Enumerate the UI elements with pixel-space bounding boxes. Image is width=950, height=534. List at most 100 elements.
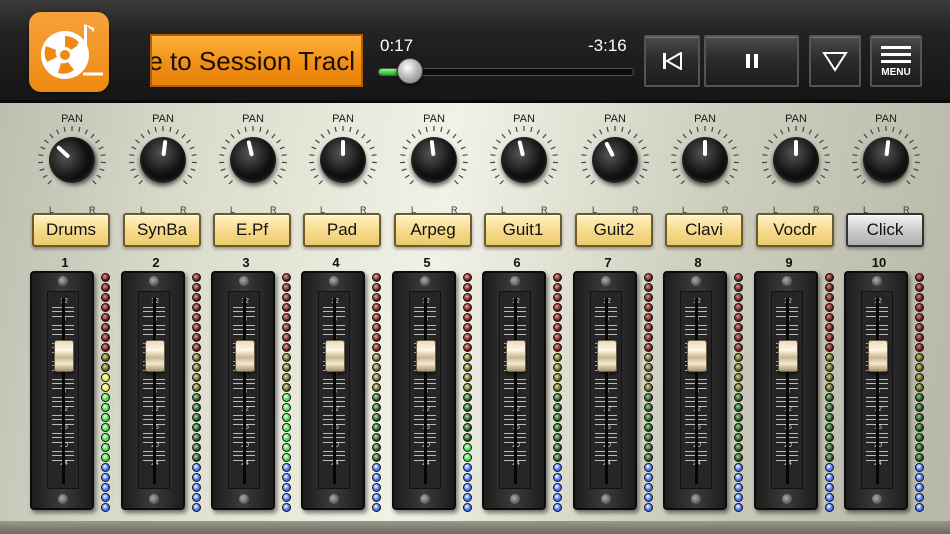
meter-led bbox=[282, 503, 291, 512]
meter-led bbox=[192, 503, 201, 512]
meter-led bbox=[734, 413, 743, 422]
pan-knob-7[interactable]: L R bbox=[580, 125, 650, 215]
pan-label: PAN bbox=[332, 113, 354, 125]
meter-led bbox=[372, 423, 381, 432]
meter-led bbox=[644, 433, 653, 442]
fader-8[interactable]: 128404812162024 bbox=[663, 271, 727, 510]
meter-led bbox=[553, 493, 562, 502]
pan-knob-cap[interactable] bbox=[682, 137, 728, 183]
pan-knob-5[interactable]: L R bbox=[399, 125, 469, 215]
channel-number: 8 bbox=[694, 255, 702, 270]
meter-led bbox=[915, 403, 924, 412]
meter-led bbox=[553, 323, 562, 332]
meter-led bbox=[734, 483, 743, 492]
app-logo-icon[interactable] bbox=[29, 12, 109, 92]
fader-cap[interactable] bbox=[506, 340, 526, 372]
fader-4[interactable]: 128404812162024 bbox=[301, 271, 365, 510]
meter-led bbox=[101, 433, 110, 442]
meter-led bbox=[282, 343, 291, 352]
meter-led bbox=[192, 313, 201, 322]
fader-3[interactable]: 128404812162024 bbox=[211, 271, 275, 510]
channel-name-button-9[interactable]: Vocdr bbox=[756, 213, 834, 247]
meter-led bbox=[372, 453, 381, 462]
meter-led bbox=[553, 433, 562, 442]
pan-knob-1[interactable]: L R bbox=[37, 125, 107, 215]
pan-knob-9[interactable]: L R bbox=[761, 125, 831, 215]
meter-led bbox=[463, 363, 472, 372]
channel-name-button-8[interactable]: Clavi bbox=[665, 213, 743, 247]
pan-knob-3[interactable]: L R bbox=[218, 125, 288, 215]
fader-1[interactable]: 128404812162024 bbox=[30, 271, 94, 510]
meter-led bbox=[644, 303, 653, 312]
fader-cap[interactable] bbox=[54, 340, 74, 372]
meter-led bbox=[372, 343, 381, 352]
fader-6[interactable]: 128404812162024 bbox=[482, 271, 546, 510]
meter-led bbox=[553, 443, 562, 452]
meter-led bbox=[372, 373, 381, 382]
meter-led bbox=[463, 453, 472, 462]
previous-track-button[interactable] bbox=[644, 35, 700, 87]
meter-led bbox=[101, 363, 110, 372]
meter-led bbox=[372, 353, 381, 362]
fader-cap[interactable] bbox=[416, 340, 436, 372]
fader-groove bbox=[786, 298, 789, 484]
fader-5[interactable]: 128404812162024 bbox=[392, 271, 456, 510]
meter-led bbox=[553, 383, 562, 392]
fader-cap[interactable] bbox=[687, 340, 707, 372]
meter-led bbox=[553, 373, 562, 382]
pan-knob-cap[interactable] bbox=[773, 137, 819, 183]
fader-9[interactable]: 128404812162024 bbox=[754, 271, 818, 510]
channel-name-button-10[interactable]: Click bbox=[846, 213, 924, 247]
screw-icon bbox=[58, 494, 68, 504]
hamburger-menu-icon bbox=[881, 45, 911, 63]
fader-cap[interactable] bbox=[778, 340, 798, 372]
meter-led bbox=[192, 403, 201, 412]
fader-cap[interactable] bbox=[145, 340, 165, 372]
fader-2[interactable]: 128404812162024 bbox=[121, 271, 185, 510]
pan-knob-8[interactable]: L R bbox=[670, 125, 740, 215]
fader-scale: 128404812162024 bbox=[409, 291, 441, 489]
fader-7[interactable]: 128404812162024 bbox=[573, 271, 637, 510]
playback-scrubber-handle[interactable] bbox=[397, 58, 424, 84]
fader-groove bbox=[876, 298, 879, 484]
meter-led bbox=[734, 453, 743, 462]
pan-knob-6[interactable]: L R bbox=[489, 125, 559, 215]
channel-name-button-6[interactable]: Guit1 bbox=[484, 213, 562, 247]
dropdown-button[interactable] bbox=[809, 35, 861, 87]
meter-led bbox=[553, 473, 562, 482]
pan-knob-4[interactable]: L R bbox=[308, 125, 378, 215]
fader-cap[interactable] bbox=[235, 340, 255, 372]
meter-led bbox=[825, 353, 834, 362]
menu-button[interactable]: MENU bbox=[870, 35, 922, 87]
screw-icon bbox=[329, 494, 339, 504]
meter-led bbox=[734, 333, 743, 342]
screw-icon bbox=[691, 276, 701, 286]
meter-led bbox=[644, 423, 653, 432]
channel-name-button-3[interactable]: E.Pf bbox=[213, 213, 291, 247]
pan-knob-cap[interactable] bbox=[320, 137, 366, 183]
pan-label: PAN bbox=[513, 113, 535, 125]
channel-name-button-2[interactable]: SynBa bbox=[123, 213, 201, 247]
fader-scale: 128404812162024 bbox=[138, 291, 170, 489]
meter-led bbox=[915, 473, 924, 482]
meter-led bbox=[915, 503, 924, 512]
fader-cap[interactable] bbox=[597, 340, 617, 372]
fader-cap[interactable] bbox=[868, 340, 888, 372]
meter-led bbox=[825, 373, 834, 382]
channel-name-button-4[interactable]: Pad bbox=[303, 213, 381, 247]
pause-button[interactable] bbox=[704, 35, 799, 87]
channel-name-button-7[interactable]: Guit2 bbox=[575, 213, 653, 247]
meter-led bbox=[734, 503, 743, 512]
meter-led bbox=[282, 443, 291, 452]
fader-10[interactable]: 128404812162024 bbox=[844, 271, 908, 510]
pan-knob-2[interactable]: L R bbox=[128, 125, 198, 215]
song-title-display[interactable]: e to Session Tracl bbox=[150, 34, 363, 87]
meter-led bbox=[372, 413, 381, 422]
meter-led bbox=[644, 493, 653, 502]
meter-led bbox=[192, 493, 201, 502]
pan-knob-10[interactable]: L R bbox=[851, 125, 921, 215]
meter-led bbox=[644, 443, 653, 452]
channel-name-button-1[interactable]: Drums bbox=[32, 213, 110, 247]
channel-name-button-5[interactable]: Arpeg bbox=[394, 213, 472, 247]
fader-cap[interactable] bbox=[325, 340, 345, 372]
